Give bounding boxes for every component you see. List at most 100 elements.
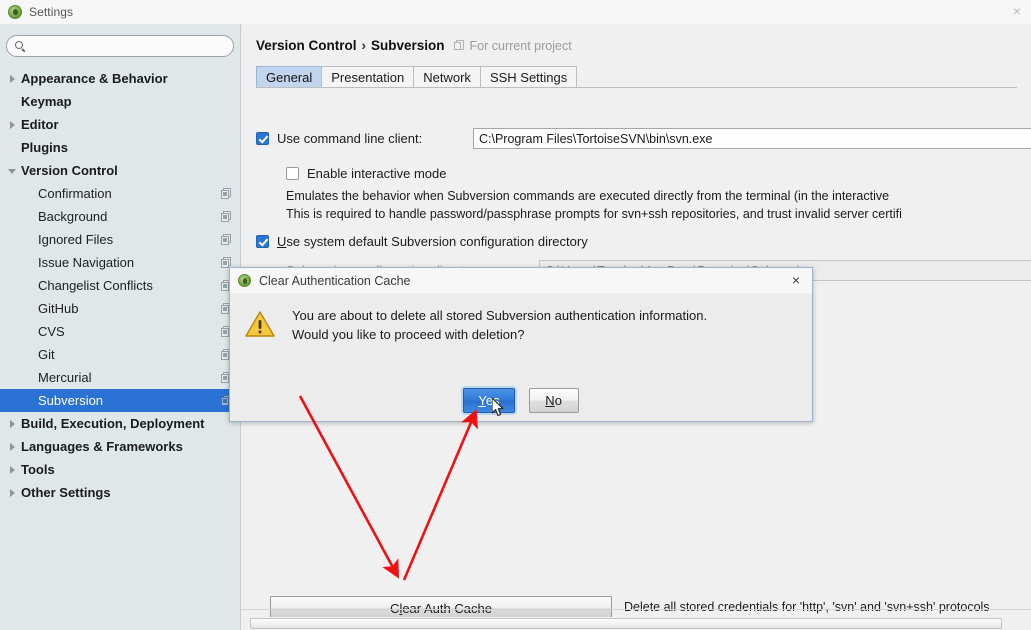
search-input[interactable] xyxy=(27,37,233,55)
use-command-line-client-label: Use command line client: xyxy=(277,131,423,146)
yes-button[interactable]: Yes xyxy=(463,388,515,413)
tab-label: General xyxy=(266,70,313,85)
enable-interactive-mode-row: Enable interactive mode xyxy=(286,166,446,181)
dialog-close-icon[interactable]: × xyxy=(788,272,804,288)
sidebar-item-other-settings[interactable]: Other Settings xyxy=(0,481,241,504)
enable-interactive-mode-checkbox[interactable] xyxy=(286,167,299,180)
project-scope-icon xyxy=(221,188,232,199)
settings-tabs: General Presentation Network SSH Settings xyxy=(256,64,578,88)
sidebar-item-subversion[interactable]: Subversion xyxy=(0,389,241,412)
sidebar-item-label: CVS xyxy=(38,324,65,339)
use-system-default-config-checkbox[interactable] xyxy=(256,235,269,248)
sidebar-item-changelist-conflicts[interactable]: Changelist Conflicts xyxy=(0,274,241,297)
sidebar-item-confirmation[interactable]: Confirmation xyxy=(0,182,241,205)
sidebar-item-cvs[interactable]: CVS xyxy=(0,320,241,343)
yes-button-label-rest: es xyxy=(485,393,500,408)
dialog-body: You are about to delete all stored Subve… xyxy=(230,293,812,421)
interactive-help-line-2: This is required to handle password/pass… xyxy=(286,207,902,221)
no-button-mnemonic: N xyxy=(545,393,555,408)
clear-auth-cache-description: Delete all stored credentials for 'http'… xyxy=(624,600,990,614)
chevron-right-icon[interactable] xyxy=(8,419,18,429)
sidebar-item-label: Subversion xyxy=(38,393,104,408)
no-button-label: No xyxy=(545,393,562,408)
tab-general[interactable]: General xyxy=(256,66,323,88)
sidebar-item-label: Appearance & Behavior xyxy=(21,71,168,86)
use-system-default-config-label: Use system default Subversion configurat… xyxy=(277,234,588,249)
warning-triangle-icon xyxy=(245,311,275,337)
sidebar-item-issue-navigation[interactable]: Issue Navigation xyxy=(0,251,241,274)
search-icon xyxy=(14,40,27,53)
chevron-right-icon[interactable] xyxy=(8,442,18,452)
main-bottom-divider xyxy=(242,609,1031,610)
sidebar-item-version-control[interactable]: Version Control xyxy=(0,159,241,182)
breadcrumb-current: Subversion xyxy=(371,38,445,53)
use-command-line-client-checkbox[interactable] xyxy=(256,132,269,145)
sidebar-item-plugins[interactable]: Plugins xyxy=(0,136,241,159)
tab-label: Presentation xyxy=(331,70,405,85)
scope-note: For current project xyxy=(453,38,572,53)
tab-network[interactable]: Network xyxy=(413,66,481,88)
window-titlebar: Settings × xyxy=(0,0,1031,25)
interactive-help-line-1: Emulates the behavior when Subversion co… xyxy=(286,189,890,203)
breadcrumb-separator: › xyxy=(361,38,367,53)
settings-tree: Appearance & Behavior Keymap Editor Plugins… xyxy=(0,67,241,504)
sidebar-item-label: Editor xyxy=(21,117,59,132)
project-scope-icon xyxy=(221,211,232,222)
dialog-message-line-2: Would you like to proceed with deletion? xyxy=(292,327,525,342)
search-box[interactable] xyxy=(6,35,234,57)
sidebar-item-github[interactable]: GitHub xyxy=(0,297,241,320)
dialog-titlebar: Clear Authentication Cache × xyxy=(230,268,812,294)
sidebar-item-label: Other Settings xyxy=(21,485,111,500)
sidebar-item-build-execution-deployment[interactable]: Build, Execution, Deployment xyxy=(0,412,241,435)
sidebar-item-label: Git xyxy=(38,347,55,362)
sidebar-item-label: Version Control xyxy=(21,163,118,178)
tab-ssh-settings[interactable]: SSH Settings xyxy=(479,66,578,88)
use-system-default-config-label-rest: se system default Subversion configurati… xyxy=(286,234,588,249)
use-command-line-client-row: Use command line client: xyxy=(256,131,422,146)
sidebar-item-background[interactable]: Background xyxy=(0,205,241,228)
scope-note-label: For current project xyxy=(469,38,572,53)
intellij-icon xyxy=(8,5,22,19)
dialog-title: Clear Authentication Cache xyxy=(259,273,411,288)
chevron-right-icon[interactable] xyxy=(8,120,18,130)
chevron-right-icon[interactable] xyxy=(8,465,18,475)
sidebar-item-keymap[interactable]: Keymap xyxy=(0,90,241,113)
yes-button-mnemonic: Y xyxy=(478,393,486,408)
tab-presentation[interactable]: Presentation xyxy=(321,66,415,88)
sidebar-item-label: Plugins xyxy=(21,140,68,155)
clear-authentication-cache-dialog: Clear Authentication Cache × You are abo… xyxy=(229,267,813,422)
breadcrumb: Version Control › Subversion For current… xyxy=(256,38,572,53)
sidebar-item-label: Issue Navigation xyxy=(38,255,135,270)
settings-window: Settings × Appearance & Behavior Keymap Ed… xyxy=(0,0,1031,630)
dialog-buttons: Yes No xyxy=(230,388,812,413)
sidebar-item-languages-frameworks[interactable]: Languages & Frameworks xyxy=(0,435,241,458)
chevron-right-icon[interactable] xyxy=(8,488,18,498)
horizontal-scrollbar-thumb[interactable] xyxy=(250,618,1002,629)
sidebar-item-label: Keymap xyxy=(21,94,72,109)
tab-label: SSH Settings xyxy=(489,70,568,85)
sidebar-item-label: Mercurial xyxy=(38,370,92,385)
chevron-down-icon[interactable] xyxy=(8,166,18,176)
sidebar-item-mercurial[interactable]: Mercurial xyxy=(0,366,241,389)
sidebar-item-editor[interactable]: Editor xyxy=(0,113,241,136)
use-system-default-config-mnemonic: U xyxy=(277,234,287,249)
sidebar-item-appearance-behavior[interactable]: Appearance & Behavior xyxy=(0,67,241,90)
command-line-client-path-input[interactable]: C:\Program Files\TortoiseSVN\bin\svn.exe xyxy=(473,128,1031,149)
chevron-right-icon[interactable] xyxy=(8,74,18,84)
close-icon[interactable]: × xyxy=(1006,2,1028,20)
project-scope-icon xyxy=(221,234,232,245)
project-scope-icon xyxy=(453,40,465,51)
sidebar-item-tools[interactable]: Tools xyxy=(0,458,241,481)
breadcrumb-parent[interactable]: Version Control xyxy=(256,38,357,53)
use-system-default-config-row: Use system default Subversion configurat… xyxy=(256,234,588,249)
no-button[interactable]: No xyxy=(528,388,579,413)
enable-interactive-mode-label: Enable interactive mode xyxy=(307,166,447,181)
sidebar-item-label: Tools xyxy=(21,462,55,477)
sidebar-item-ignored-files[interactable]: Ignored Files xyxy=(0,228,241,251)
sidebar-item-git[interactable]: Git xyxy=(0,343,241,366)
dialog-message: You are about to delete all stored Subve… xyxy=(292,306,707,344)
no-button-label-rest: o xyxy=(554,393,562,408)
window-title: Settings xyxy=(29,5,74,19)
tab-label: Network xyxy=(423,70,471,85)
sidebar-item-label: Confirmation xyxy=(38,186,112,201)
